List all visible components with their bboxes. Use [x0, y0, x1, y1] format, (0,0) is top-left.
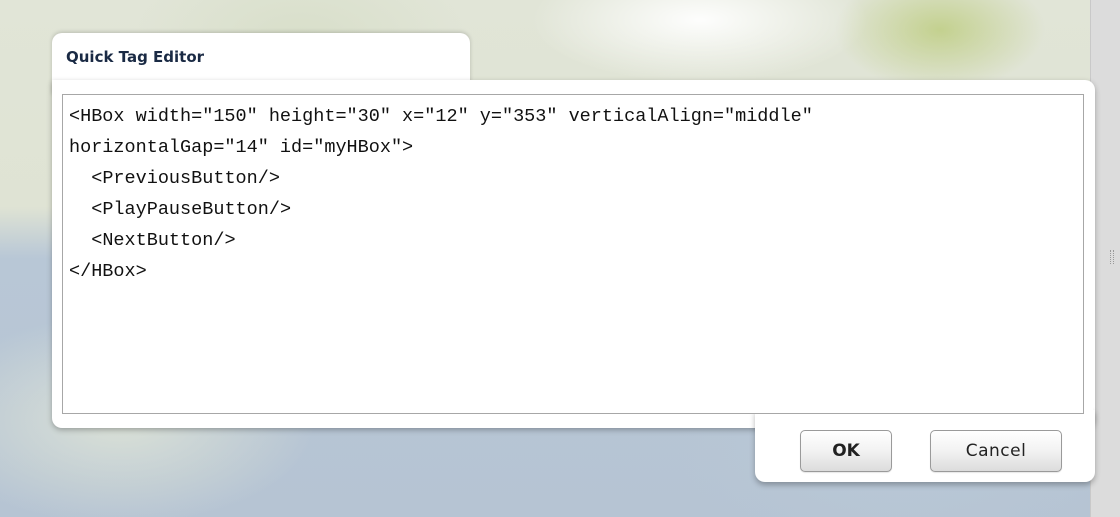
application-window: Quick Tag Editor OK Cancel — [0, 0, 1120, 517]
dialog-title: Quick Tag Editor — [66, 48, 205, 66]
cancel-button[interactable]: Cancel — [930, 430, 1062, 472]
resize-handle[interactable] — [1110, 250, 1114, 264]
ok-button[interactable]: OK — [800, 430, 892, 472]
tag-code-editor[interactable] — [62, 94, 1084, 414]
